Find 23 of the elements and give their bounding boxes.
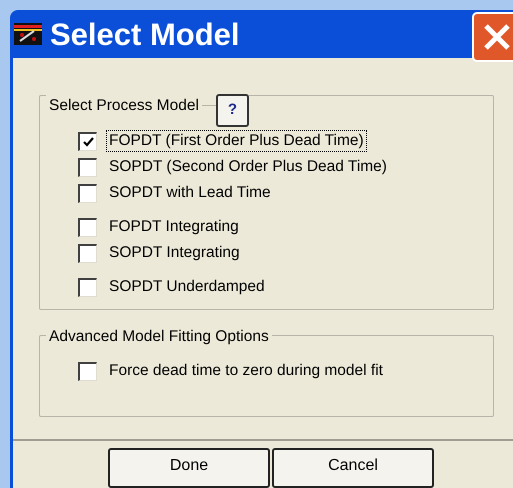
close-button[interactable] [472, 12, 513, 62]
checkbox[interactable] [78, 218, 97, 236]
checkbox[interactable] [78, 362, 97, 380]
dialog-button[interactable]: Cancel [272, 448, 434, 488]
checkbox-label: SOPDT (Second Order Plus Dead Time) [108, 157, 388, 177]
checkbox[interactable] [78, 184, 97, 202]
help-button[interactable]: ? [216, 94, 249, 127]
checkbox-label: FOPDT (First Order Plus Dead Time) [106, 130, 367, 152]
checkbox-label: SOPDT Integrating [108, 243, 241, 263]
checkbox[interactable] [78, 158, 97, 176]
check-icon [82, 136, 94, 146]
group-title: Select Process Model [48, 96, 200, 116]
close-icon [482, 22, 512, 52]
checkbox[interactable] [78, 132, 97, 150]
checkbox-label: FOPDT Integrating [108, 217, 240, 237]
window-title: Select Model [50, 18, 240, 50]
app-icon [14, 23, 42, 45]
checkbox[interactable] [78, 244, 97, 262]
checkbox-label: SOPDT Underdamped [108, 277, 266, 297]
checkbox[interactable] [78, 278, 97, 296]
dialog-button[interactable]: Done [108, 448, 270, 488]
checkbox-label: Force dead time to zero during model fit [108, 361, 384, 381]
checkbox-label: SOPDT with Lead Time [108, 183, 272, 203]
